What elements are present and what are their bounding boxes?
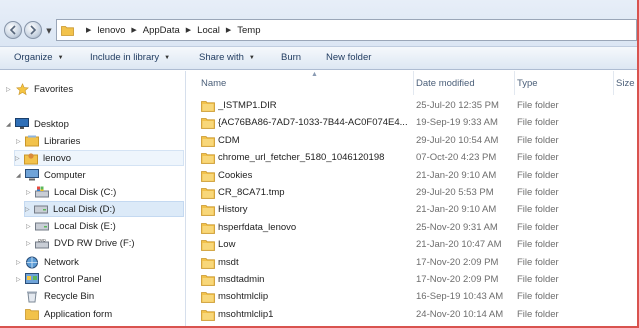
window-frame [0,0,639,328]
